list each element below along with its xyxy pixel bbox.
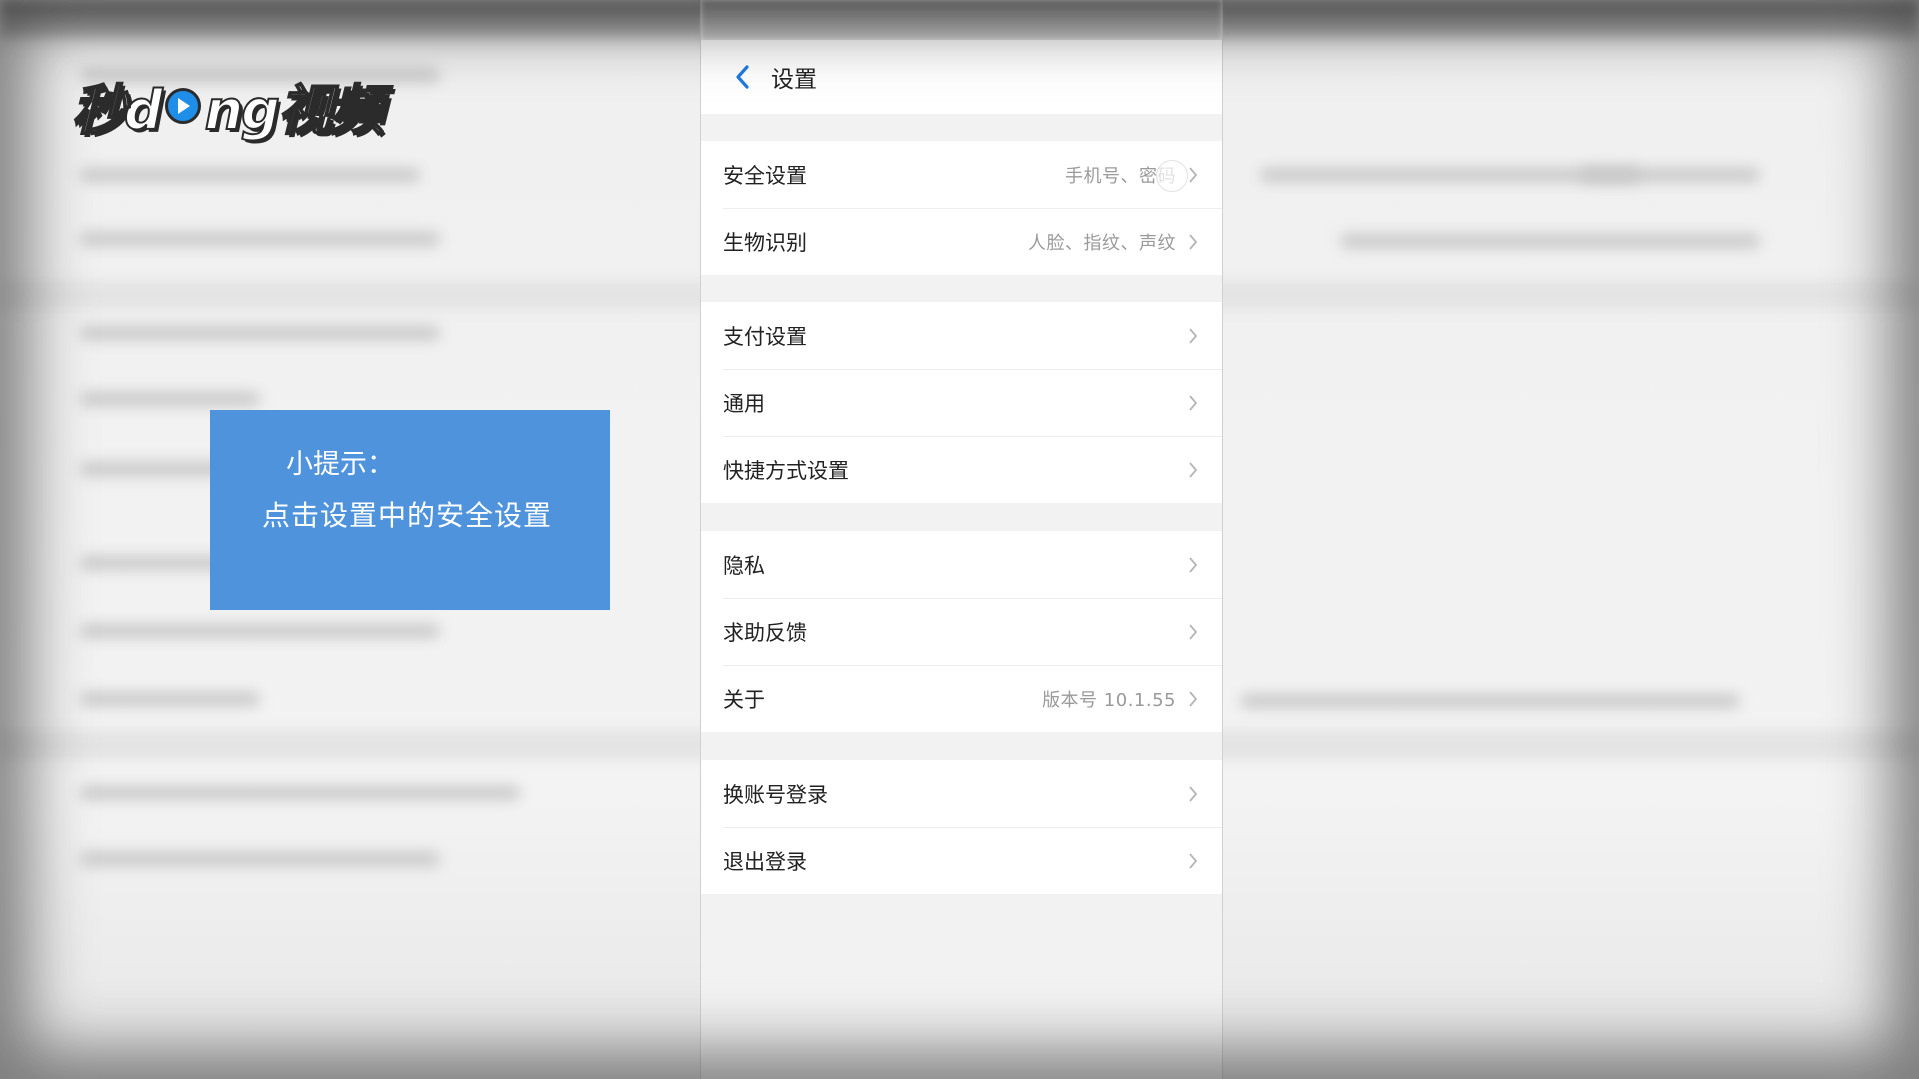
tip-box: 小提示： 点击设置中的安全设置 xyxy=(210,410,610,610)
version-value: 版本号 10.1.55 xyxy=(1042,689,1176,711)
tip-body: 点击设置中的安全设置 xyxy=(262,499,553,532)
settings-item-general[interactable]: 通用 xyxy=(701,369,1222,436)
page-title: 设置 xyxy=(771,67,817,93)
chevron-right-icon xyxy=(1186,621,1200,643)
blurred-text-line xyxy=(80,232,440,246)
chevron-right-icon xyxy=(1186,231,1200,253)
blurred-text-line xyxy=(1580,168,1760,182)
settings-item-label: 安全设置 xyxy=(723,163,807,188)
settings-item-payment[interactable]: 支付设置 xyxy=(701,302,1222,369)
blurred-text-line xyxy=(1240,694,1740,708)
blurred-text-line xyxy=(1340,234,1760,248)
settings-item-value: 人脸、指纹、声纹 xyxy=(1028,232,1176,254)
chevron-left-icon xyxy=(736,65,749,89)
chevron-right-icon xyxy=(1186,850,1200,872)
back-button[interactable] xyxy=(723,57,763,97)
settings-group-general: 支付设置 通用 快捷方式设置 xyxy=(701,302,1222,503)
blurred-text-line xyxy=(80,168,420,182)
chevron-right-icon xyxy=(1186,392,1200,414)
settings-header: 设置 xyxy=(701,40,1222,114)
blurred-text-line xyxy=(80,692,260,706)
status-bar xyxy=(701,0,1222,40)
settings-item-feedback[interactable]: 求助反馈 xyxy=(701,598,1222,665)
settings-item-security[interactable]: 安全设置 手机号、密码 xyxy=(701,141,1222,208)
settings-item-label: 退出登录 xyxy=(723,849,807,874)
phone-screen: 设置 安全设置 手机号、密码 生物识别 人脸、指纹、声纹 支付设置 通用 快捷方… xyxy=(700,0,1223,1079)
settings-item-label: 隐私 xyxy=(723,553,765,578)
settings-item-label: 支付设置 xyxy=(723,324,807,349)
settings-item-label: 快捷方式设置 xyxy=(723,458,849,483)
blurred-text-line xyxy=(80,326,440,340)
blurred-text-line xyxy=(80,624,440,638)
settings-item-shortcuts[interactable]: 快捷方式设置 xyxy=(701,436,1222,503)
tap-indicator xyxy=(1156,160,1188,192)
settings-item-label: 通用 xyxy=(723,391,765,416)
logo-text-right: ng视频 xyxy=(204,78,385,143)
blurred-text-line xyxy=(80,392,260,406)
chevron-right-icon xyxy=(1186,459,1200,481)
settings-item-biometrics[interactable]: 生物识别 人脸、指纹、声纹 xyxy=(701,208,1222,275)
play-icon xyxy=(164,87,201,124)
video-frame: 秒d ng视频 小提示： 点击设置中的安全设置 设置 安全设置 手机号、密码 生… xyxy=(0,0,1919,1079)
blurred-text-line xyxy=(80,786,520,800)
settings-item-label: 生物识别 xyxy=(723,230,807,255)
settings-item-switch-account[interactable]: 换账号登录 xyxy=(701,760,1222,827)
settings-item-label: 换账号登录 xyxy=(723,782,828,807)
settings-item-label: 求助反馈 xyxy=(723,620,807,645)
logo-text-left: 秒d xyxy=(71,78,164,143)
chevron-right-icon xyxy=(1186,688,1200,710)
chevron-right-icon xyxy=(1186,783,1200,805)
watermark-logo: 秒d ng视频 xyxy=(71,66,385,145)
settings-item-privacy[interactable]: 隐私 xyxy=(701,531,1222,598)
chevron-right-icon xyxy=(1186,554,1200,576)
tip-title: 小提示： xyxy=(286,449,394,480)
settings-group-account: 换账号登录 退出登录 xyxy=(701,760,1222,894)
settings-group-security: 安全设置 手机号、密码 生物识别 人脸、指纹、声纹 xyxy=(701,141,1222,275)
settings-item-label: 关于 xyxy=(723,687,765,712)
settings-group-about: 隐私 求助反馈 关于 版本号 10.1.55 xyxy=(701,531,1222,732)
chevron-right-icon xyxy=(1186,325,1200,347)
chevron-right-icon xyxy=(1186,164,1200,186)
settings-item-about[interactable]: 关于 版本号 10.1.55 xyxy=(701,665,1222,732)
settings-item-logout[interactable]: 退出登录 xyxy=(701,827,1222,894)
blurred-text-line xyxy=(80,852,440,866)
